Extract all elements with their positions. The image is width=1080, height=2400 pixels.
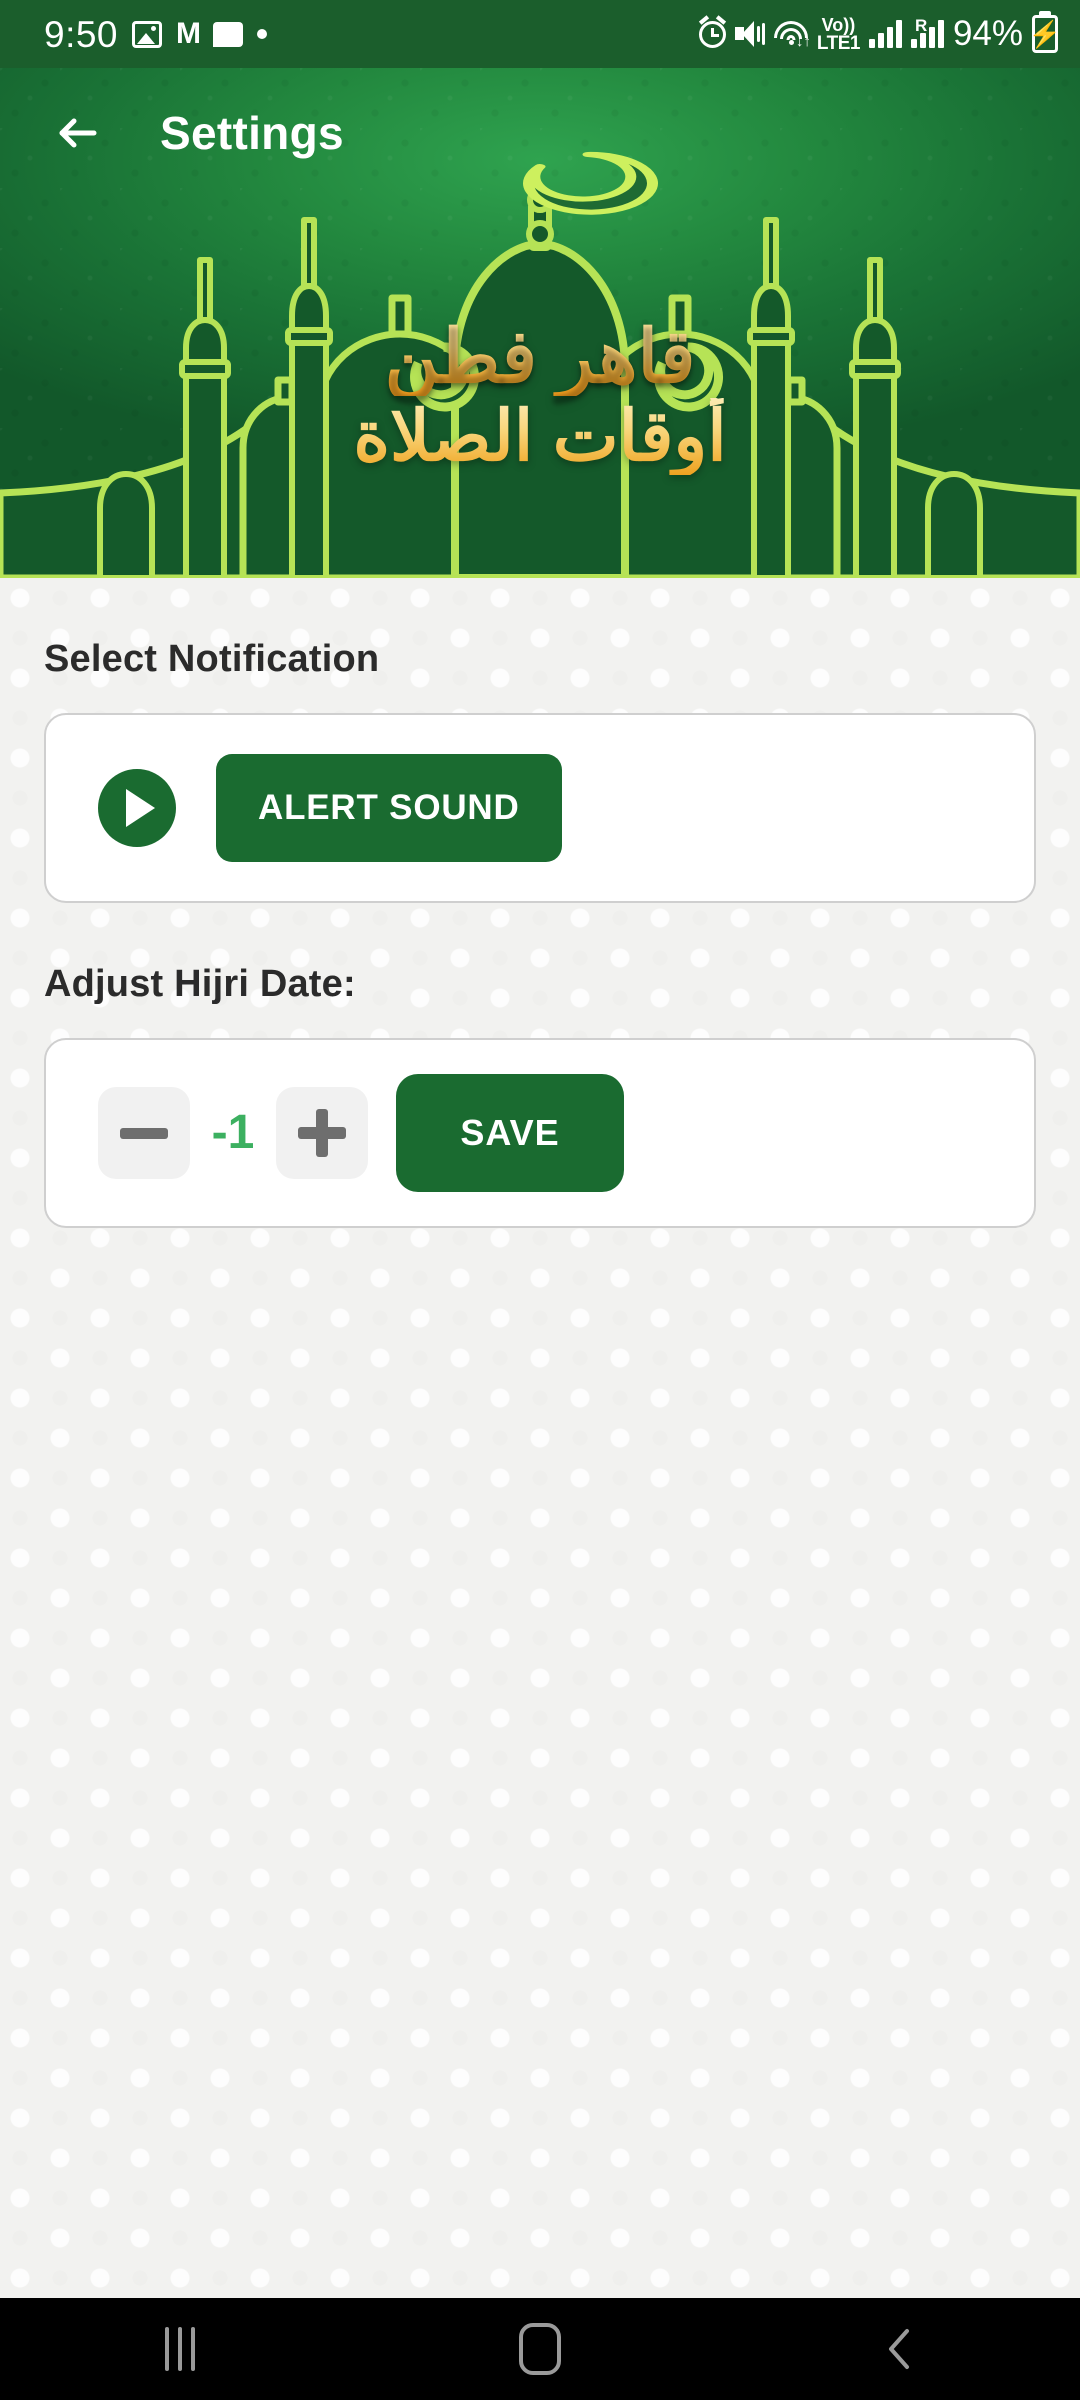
app-arabic-logo: قاهر فطن أوقات الصلاة: [0, 317, 1080, 475]
roaming-label: R: [914, 16, 928, 35]
recents-icon: [165, 2327, 195, 2371]
wifi-icon: ↓↑: [773, 21, 811, 49]
app-header-banner: Settings قاهر فطن أوقات الصلاة: [0, 68, 1080, 578]
status-bar-right: ↓↑ Vo)) LTE1 R 94% ⚡: [698, 14, 1061, 54]
gmail-icon: M: [176, 17, 201, 50]
dot-icon: [257, 29, 268, 39]
recents-button[interactable]: [90, 2298, 270, 2400]
arabic-brand-line2: أوقات الصلاة: [0, 398, 1080, 475]
photo-icon: [132, 20, 163, 48]
battery-percent-label: 94%: [952, 14, 1023, 53]
roaming-signal-icon: R: [910, 16, 944, 48]
arabic-brand-line1: قاهر فطن: [0, 317, 1080, 396]
volte-icon: Vo)) LTE1: [816, 14, 861, 54]
select-notification-label: Select Notification: [44, 638, 380, 680]
back-chevron-icon: [889, 2329, 909, 2369]
hijri-decrement-button[interactable]: [98, 1087, 190, 1179]
home-button[interactable]: [450, 2298, 630, 2400]
adjust-hijri-date-label: Adjust Hijri Date:: [44, 963, 356, 1005]
header-bar: Settings: [0, 68, 1080, 198]
back-button[interactable]: [810, 2298, 990, 2400]
hijri-adjust-card: -1 SAVE: [44, 1038, 1036, 1228]
back-arrow-icon[interactable]: [48, 103, 108, 163]
mute-vibrate-icon: [734, 21, 765, 47]
status-bar-left: 9:50 M: [44, 13, 268, 55]
hijri-offset-value: -1: [211, 1106, 255, 1159]
status-bar: 9:50 M ↓↑ Vo)) LTE1 R 94% ⚡: [0, 0, 1080, 68]
message-icon: [213, 21, 244, 47]
status-bar-clock: 9:50: [44, 13, 119, 55]
page-title: Settings: [160, 107, 344, 159]
hijri-increment-button[interactable]: [276, 1087, 368, 1179]
volte-bottom-label: LTE1: [816, 32, 861, 54]
play-icon[interactable]: [98, 769, 176, 847]
plus-icon: [298, 1109, 346, 1157]
alarm-icon: [698, 20, 726, 48]
system-navigation-bar: [0, 2298, 1080, 2400]
settings-content: Select Notification ALERT SOUND Adjust H…: [0, 578, 1080, 2298]
home-icon: [519, 2323, 561, 2375]
phone-screen: 9:50 M ↓↑ Vo)) LTE1 R 94% ⚡ Settings قاه…: [0, 0, 1080, 2400]
minus-icon: [120, 1127, 168, 1139]
signal-bars-icon: [868, 20, 902, 48]
volte-top-label: Vo)): [821, 14, 856, 35]
battery-charging-icon: ⚡: [1029, 15, 1061, 53]
alert-sound-button[interactable]: ALERT SOUND: [216, 754, 562, 862]
save-button[interactable]: SAVE: [396, 1074, 624, 1192]
notification-card: ALERT SOUND: [44, 713, 1036, 903]
